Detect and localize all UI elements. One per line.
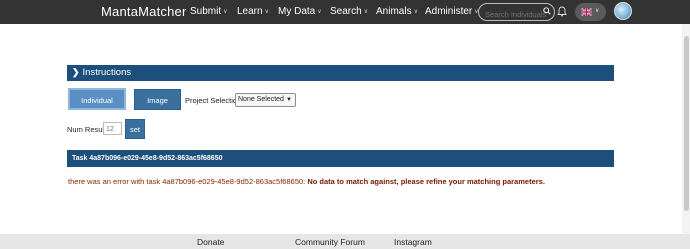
nav-administer[interactable]: Administer ∨	[425, 6, 479, 17]
nav-animals[interactable]: Animals ∨	[376, 6, 418, 17]
error-detail: No data to match against, please refine …	[307, 177, 545, 186]
project-selection-label: Project Selection	[185, 96, 242, 105]
nav-submit-label: Submit	[190, 6, 222, 17]
nav-learn[interactable]: Learn ∨	[237, 6, 269, 17]
chevron-right-icon: ❯	[72, 67, 80, 77]
nav-my-data-label: My Data	[278, 6, 316, 17]
bell-icon[interactable]	[557, 6, 567, 17]
chevron-down-icon: ∨	[595, 8, 600, 14]
task-header: Task 4a87b096-e029-45e8-9d52-863ac5f6865…	[67, 150, 614, 167]
top-navbar: MantaMatcher Submit ∨ Learn ∨ My Data ∨ Sea…	[0, 0, 690, 24]
set-button[interactable]: set	[125, 119, 145, 139]
language-selector[interactable]: ∨	[575, 3, 606, 21]
nav-search-label: Search	[330, 6, 362, 17]
nav-submit[interactable]: Submit ∨	[190, 6, 228, 17]
search-icon[interactable]	[543, 7, 551, 15]
nav-search[interactable]: Search ∨	[330, 6, 368, 17]
chevron-down-icon: ▼	[286, 97, 292, 103]
error-prefix: there was an error with task 4a87b096-e0…	[68, 177, 306, 186]
project-selection-value: None Selected	[238, 96, 284, 103]
vertical-scrollbar[interactable]	[684, 36, 689, 211]
chevron-down-icon: ∨	[363, 9, 369, 15]
chevron-down-icon: ∨	[317, 9, 322, 15]
chevron-down-icon: ∨	[413, 9, 418, 15]
uk-flag-icon	[581, 8, 592, 16]
individual-scores-button[interactable]: Individual Scores	[68, 88, 126, 127]
chevron-down-icon: ∨	[264, 9, 269, 15]
error-message: there was an error with task 4a87b096-e0…	[68, 177, 545, 186]
chevron-down-icon: ∨	[223, 9, 228, 15]
nav-administer-label: Administer	[425, 6, 473, 17]
footer-link-donate[interactable]: Donate	[197, 237, 224, 247]
user-avatar[interactable]	[614, 2, 632, 20]
num-results-input[interactable]	[103, 122, 122, 135]
brand-logo-text[interactable]: MantaMatcher	[101, 4, 187, 19]
footer-link-instagram[interactable]: Instagram	[394, 237, 432, 247]
nav-my-data[interactable]: My Data ∨	[278, 6, 322, 17]
instructions-toggle[interactable]: ❯ Instructions	[67, 65, 614, 81]
image-scores-button[interactable]: Image Scores	[134, 89, 181, 126]
nav-learn-label: Learn	[237, 6, 263, 17]
instructions-label: Instructions	[82, 67, 132, 78]
project-selection-dropdown[interactable]: None Selected ▼	[235, 93, 296, 107]
nav-animals-label: Animals	[376, 6, 412, 17]
footer-link-community-forum[interactable]: Community Forum	[295, 237, 365, 247]
